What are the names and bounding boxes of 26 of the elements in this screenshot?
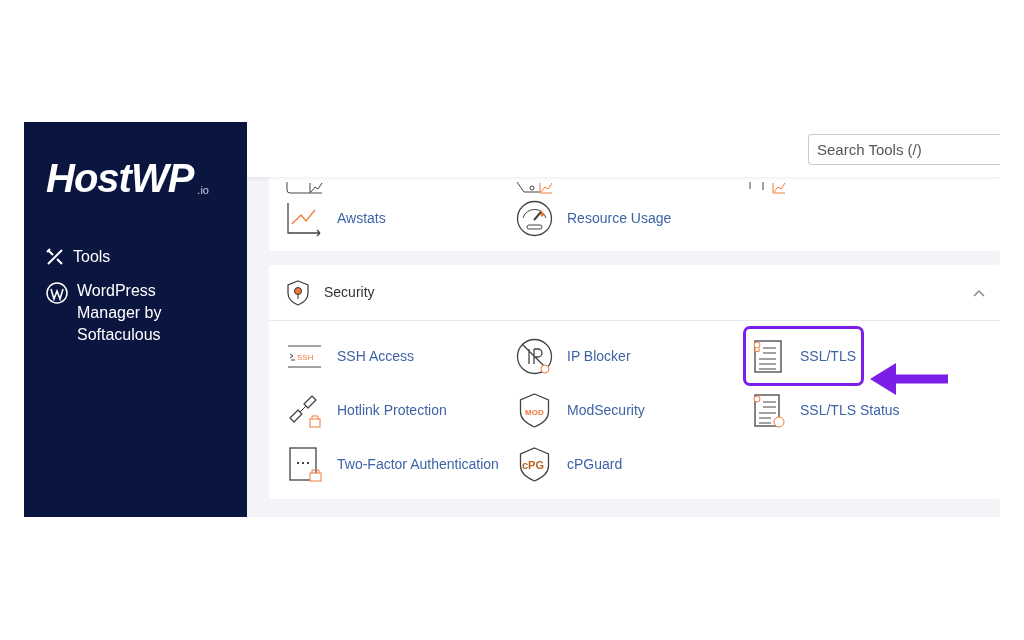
chart-icon <box>516 182 553 194</box>
tool-link[interactable]: MOD ModSecurity <box>516 383 749 437</box>
chart-icon <box>286 182 323 194</box>
tool-link[interactable]: SSL/TLS <box>746 329 861 383</box>
gauge-icon <box>516 199 553 237</box>
tool-link[interactable]: cPG cPGuard <box>516 437 749 491</box>
shield-icon <box>286 279 310 306</box>
tools-icon <box>46 248 64 266</box>
lock-screen-icon <box>286 445 323 483</box>
ip-block-icon <box>516 337 553 375</box>
section-title: Security <box>324 283 376 302</box>
tool-link[interactable]: Two-Factor Authentication <box>286 437 516 491</box>
tool-link[interactable]: SSH SSH Access <box>286 329 516 383</box>
search-field[interactable]: Search Tools (/) <box>808 134 1000 165</box>
tool-link[interactable]: Awstats <box>286 191 516 245</box>
tool-link[interactable]: Resource Usage <box>516 191 749 245</box>
chevron-icon <box>972 288 986 299</box>
logo-suffix: .io <box>197 182 209 198</box>
chart-icon <box>749 182 786 194</box>
tool-link[interactable]: SSL/TLS Status <box>749 383 979 437</box>
tool-link[interactable]: Hotlink Protection <box>286 383 516 437</box>
logo-text: HostWP <box>46 158 194 198</box>
sidebar-item[interactable]: WordPress Manager by Softaculous <box>77 280 196 346</box>
sidebar-item[interactable]: Tools <box>73 246 111 268</box>
tool-link[interactable]: IP Blocker <box>516 329 749 383</box>
wordpress-icon <box>46 282 68 304</box>
